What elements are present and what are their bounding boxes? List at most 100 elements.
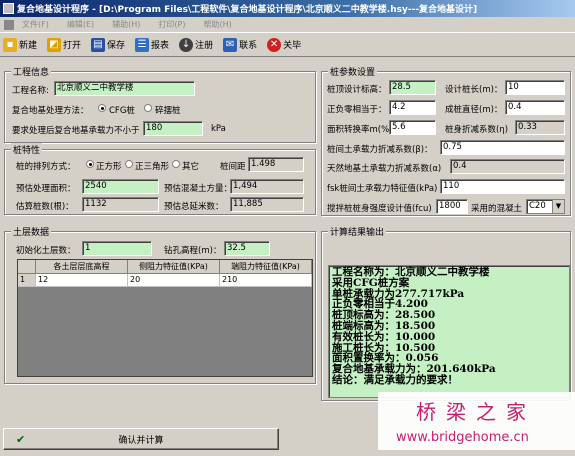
gravel-radio-label: 碎摆桩 <box>155 106 181 116</box>
square-radio[interactable] <box>86 160 94 168</box>
bearing-unit: kPa <box>211 124 226 134</box>
pile-props-title: 桩特性 <box>11 143 43 156</box>
new-button[interactable]: ▪ 新建 <box>2 35 38 55</box>
other-radio-label: 其它 <box>182 162 200 172</box>
cfg-radio-label: CFG桩 <box>109 106 135 116</box>
new-label: 新建 <box>19 41 38 51</box>
close-button[interactable]: ✕ 关毕 <box>266 35 302 55</box>
top-elevation-input[interactable]: 28.5 <box>389 80 436 95</box>
checkmark-icon: ✔ <box>16 432 26 446</box>
fsk-input[interactable]: 110 <box>440 179 565 194</box>
watermark: 桥梁之家 www.bridgehome.cn <box>378 392 575 450</box>
project-name-label: 工程名称: <box>12 86 49 96</box>
pile-length-input[interactable]: 10 <box>505 80 565 95</box>
top-elevation-label: 桩顶设计标高： <box>327 85 387 95</box>
toolbar: ▪ 新建 ◩ 打开 ▤ 保存 ☰ 报表 ↓ 注册 ✉ 联系 ✕ 关毕 <box>0 32 575 57</box>
triangle-radio-label: 正三角形 <box>135 162 170 172</box>
row-index: 1 <box>18 274 36 287</box>
fcu-input[interactable]: 1800 <box>436 199 468 214</box>
layers-label: 初始化土层数： <box>16 246 76 256</box>
beta-label: 桩间土承载力折减系数(β)： <box>327 145 433 155</box>
layout-label: 桩的排列方式： <box>16 162 76 172</box>
close-icon: ✕ <box>267 37 282 52</box>
table-corner <box>18 260 36 274</box>
register-icon: ↓ <box>179 37 194 52</box>
project-name-input[interactable]: 北京顺义二中教学楼 <box>54 81 195 96</box>
save-button[interactable]: ▤ 保存 <box>90 35 126 55</box>
cfg-radio[interactable] <box>98 104 106 112</box>
natural-label: 天然地基土承载力折减系数(α) <box>327 164 442 174</box>
window-title-bar[interactable]: 复合地基设计程序 - [D:\Program Files\工程软件\复合地基设计… <box>0 0 575 17</box>
calculate-button[interactable]: ✔ 确认并计算 <box>3 428 279 450</box>
menu-bar: 文件(F) 编辑(E) 辅助(H) 打印(P) 帮助(H) <box>0 17 575 32</box>
folder-open-icon: ◩ <box>47 37 62 52</box>
column-header-end[interactable]: 端阻力特征值(KPa) <box>220 260 312 274</box>
other-radio[interactable] <box>172 160 180 168</box>
area-input[interactable]: 2540 <box>82 179 159 194</box>
cell-side[interactable]: 20 <box>128 274 220 287</box>
diameter-input[interactable]: 0.4 <box>505 100 565 115</box>
contact-icon: ✉ <box>223 37 238 52</box>
fcu-label: 搅拌桩桩身强度设计值(fcu) <box>327 204 432 214</box>
open-button[interactable]: ◩ 打开 <box>46 35 82 55</box>
app-icon <box>3 3 14 14</box>
volume-value: 1,494 <box>230 179 304 194</box>
cell-elevation[interactable]: 12 <box>36 274 128 287</box>
column-header-side[interactable]: 侧阻力特征值(KPa) <box>128 260 220 274</box>
triangle-radio[interactable] <box>125 160 133 168</box>
report-button[interactable]: ☰ 报表 <box>134 35 170 55</box>
window-title: 复合地基设计程序 - [D:\Program Files\工程软件\复合地基设计… <box>17 5 478 15</box>
column-header-elevation[interactable]: 各土层层底高程 <box>36 260 128 274</box>
diameter-label: 成桩直径(m)： <box>445 105 503 115</box>
elevation-label: 钻孔高程(m)： <box>164 246 222 256</box>
layers-input[interactable]: 1 <box>82 241 152 256</box>
spacing-label: 桩间距 <box>220 162 246 172</box>
zero-input[interactable]: 4.2 <box>389 100 436 115</box>
eta-value: 0.33 <box>515 120 565 135</box>
soil-table[interactable]: 各土层层底高程 侧阻力特征值(KPa) 端阻力特征值(KPa) 1 12 20 … <box>17 259 313 377</box>
area-label: 预估处理面积： <box>16 184 76 194</box>
gravel-radio[interactable] <box>144 104 152 112</box>
cell-end[interactable]: 210 <box>220 274 312 287</box>
calculate-label: 确认并计算 <box>118 435 164 446</box>
menu-print[interactable]: 打印(P) <box>158 19 185 30</box>
square-radio-label: 正方形 <box>96 162 122 172</box>
eta-label: 桩身折减系数(η) <box>445 125 509 135</box>
save-disk-icon: ▤ <box>91 37 106 52</box>
beta-input[interactable]: 0.75 <box>440 140 565 155</box>
bearing-input[interactable]: 180 <box>143 121 203 136</box>
zero-label: 正负零相当于： <box>327 105 387 115</box>
concrete-value: C20 <box>529 201 546 211</box>
close-label: 关毕 <box>283 41 302 51</box>
register-label: 注册 <box>195 41 214 51</box>
replacement-input[interactable]: 5.6 <box>389 120 436 135</box>
spacing-value: 1.498 <box>248 157 304 172</box>
output-title: 计算结果输出 <box>328 225 387 238</box>
menu-help[interactable]: 帮助(H) <box>203 19 231 30</box>
menu-edit[interactable]: 编辑(E) <box>67 19 94 30</box>
report-label: 报表 <box>151 41 170 51</box>
bearing-label: 要求处理后复合地基承载力不小于 <box>12 126 140 136</box>
pile-length-label: 设计桩长(m)： <box>445 85 503 95</box>
concrete-select[interactable]: C20 ▼ <box>526 199 565 214</box>
contact-label: 联系 <box>239 41 258 51</box>
method-label: 复合地基处理方法： <box>12 106 89 116</box>
volume-label: 预估混凝土方量： <box>164 184 233 194</box>
watermark-url: www.bridgehome.cn <box>396 430 529 445</box>
menu-app-icon[interactable] <box>4 19 14 30</box>
params-title: 桩参数设置 <box>328 65 378 78</box>
result-output[interactable]: 工程名称为：北京顺义二中教学楼 采用CFG桩方案 单桩承载力为277.717kP… <box>328 265 570 398</box>
contact-button[interactable]: ✉ 联系 <box>222 35 258 55</box>
length-value: 11,885 <box>230 197 304 212</box>
menu-assist[interactable]: 辅助(H) <box>112 19 140 30</box>
project-info-title: 工程信息 <box>11 65 52 78</box>
length-label: 预估总延米数： <box>164 202 224 212</box>
replacement-label: 面积转换率m(%) <box>327 125 393 135</box>
new-file-icon: ▪ <box>3 37 17 52</box>
chevron-down-icon[interactable]: ▼ <box>552 200 564 213</box>
menu-file[interactable]: 文件(F) <box>22 19 49 30</box>
register-button[interactable]: ↓ 注册 <box>178 35 214 55</box>
fsk-label: fsk桩间土承载力特征值(kPa) <box>327 184 438 194</box>
save-label: 保存 <box>107 41 126 51</box>
elevation-input[interactable]: 32.5 <box>224 241 270 256</box>
